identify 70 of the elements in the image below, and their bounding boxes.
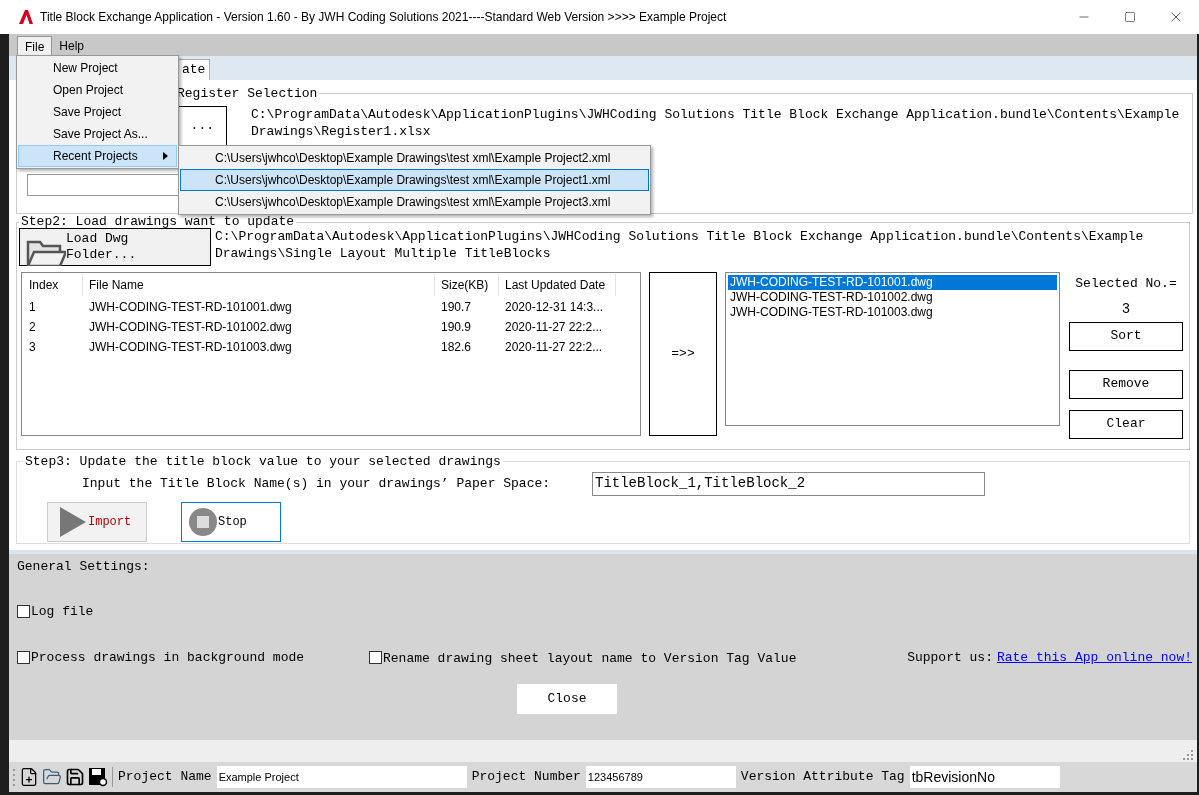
menu-item[interactable]: Recent Projects [18, 145, 177, 167]
toolbar-input-field[interactable]: 123456789 [585, 766, 736, 788]
table-cell-text: 2 [28, 319, 37, 336]
open-project-button[interactable] [42, 767, 62, 787]
window-title: Title Block Exchange Application - Version 1.60 - By JWH Coding Solutions 2021----Standard Web Version >>>> Example Project [40, 9, 727, 26]
save-as-button[interactable] [88, 767, 108, 787]
column-header[interactable]: Index [23, 274, 83, 296]
list-action-button[interactable]: Clear [1069, 409, 1183, 439]
file-path: C:\ProgramData\Autodesk\ApplicationPlugins\JWHCoding Solutions Title Block Exchange Application.bundle\Contents\Example Drawings\Register1.xlsx [251, 105, 1181, 141]
transfer-button[interactable]: =>> [649, 272, 717, 436]
menu-item[interactable]: Open Project [18, 79, 177, 101]
stop-button[interactable]: Stop [181, 501, 281, 542]
column-header[interactable]: Size(KB) [435, 274, 499, 296]
table-cell-text: 190.7 [440, 299, 473, 316]
group-title: Step2: Load drawings want to update [20, 216, 296, 228]
resize-grip-icon [1183, 750, 1193, 760]
support-label: Support us: [907, 649, 993, 667]
rate-app-link[interactable]: Rate this App online now! [996, 648, 1192, 668]
close-dialog-button[interactable]: Close [517, 683, 617, 714]
app-logo-icon [18, 9, 34, 25]
list-item[interactable]: JWH-CODING-TEST-RD-101001.dwg [728, 275, 1057, 290]
checkbox-label: Log file [31, 602, 94, 621]
import-button[interactable]: Import [47, 501, 147, 542]
play-icon [58, 504, 88, 539]
table-cell-text: 3 [28, 339, 37, 356]
column-header[interactable]: File Name [83, 274, 435, 296]
grip-icon [13, 768, 16, 786]
menu-item[interactable]: C:\Users\jwhco\Desktop\Example Drawings\test xml\Example Project2.xml [180, 147, 649, 169]
maximize-icon [1124, 11, 1136, 23]
menu-item[interactable]: New Project [18, 57, 177, 79]
menu-item[interactable]: C:\Users\jwhco\Desktop\Example Drawings\test xml\Example Project3.xml [180, 191, 649, 213]
field-label: Input the Title Block Name(s) in your drawings’ Paper Space: [82, 474, 552, 493]
submenu-arrow-icon [163, 152, 168, 160]
list-action-button[interactable]: Sort [1069, 321, 1183, 351]
group-title: Step3: Update the title block value to your selected drawings [24, 453, 502, 471]
section-heading: General Settings: [17, 558, 151, 576]
selected-count-label: Selected No.= [1075, 275, 1177, 293]
table-cell-text: JWH-CODING-TEST-RD-101001.dwg [88, 299, 293, 316]
table-cell-text: 1 [28, 299, 37, 316]
folder-path: C:\ProgramData\Autodesk\ApplicationPlugins\JWHCoding Solutions Title Block Exchange Application.bundle\Contents\Example Drawings\Single Layout Multiple TitleBlocks [215, 228, 1145, 262]
table-cell-text: 2020-12-31 14:3... [504, 299, 605, 316]
checkbox[interactable] [369, 651, 382, 665]
toolbar-input-field[interactable]: Example Project [216, 766, 467, 788]
table-cell-text: 182.6 [440, 339, 473, 356]
field-label: Project Name [118, 768, 212, 787]
menu-item[interactable]: Help [52, 36, 92, 56]
new-project-button[interactable] [19, 767, 39, 787]
load-folder-button[interactable]: Load Dwg Folder... [19, 228, 211, 266]
menu-item[interactable]: C:\Users\jwhco\Desktop\Example Drawings\test xml\Example Project1.xml [180, 169, 649, 191]
selected-count: 3 [1121, 299, 1131, 319]
field-label: Project Number [471, 768, 581, 787]
title-block-name-field[interactable]: TitleBlock_1,TitleBlock_2 [592, 471, 985, 496]
list-item[interactable]: JWH-CODING-TEST-RD-101002.dwg [728, 290, 1057, 305]
list-action-button[interactable]: Remove [1069, 369, 1183, 399]
table-cell-text: 190.9 [440, 319, 473, 336]
table-cell-text: 2020-11-27 22:2... [504, 339, 604, 356]
field-label: Version Attribute Tag [740, 768, 905, 787]
table-cell-text: 2020-11-27 22:2... [504, 319, 604, 336]
table-cell-text: JWH-CODING-TEST-RD-101003.dwg [88, 339, 293, 356]
list-item[interactable]: JWH-CODING-TEST-RD-101003.dwg [728, 305, 1057, 320]
column-header[interactable]: Last Updated Date [499, 274, 616, 296]
checkbox[interactable] [17, 651, 30, 665]
toolbar-input-field[interactable]: tbRevisionNo [909, 766, 1060, 788]
checkbox[interactable] [17, 604, 30, 618]
stop-icon [188, 506, 218, 537]
save-project-button[interactable] [65, 767, 85, 787]
checkbox-label: Process drawings in background mode [31, 649, 306, 667]
table-cell-text: JWH-CODING-TEST-RD-101002.dwg [88, 319, 293, 336]
menu-item[interactable]: File [17, 36, 53, 56]
checkbox-label: Rename drawing sheet layout name to Version Tag Value [383, 650, 797, 668]
